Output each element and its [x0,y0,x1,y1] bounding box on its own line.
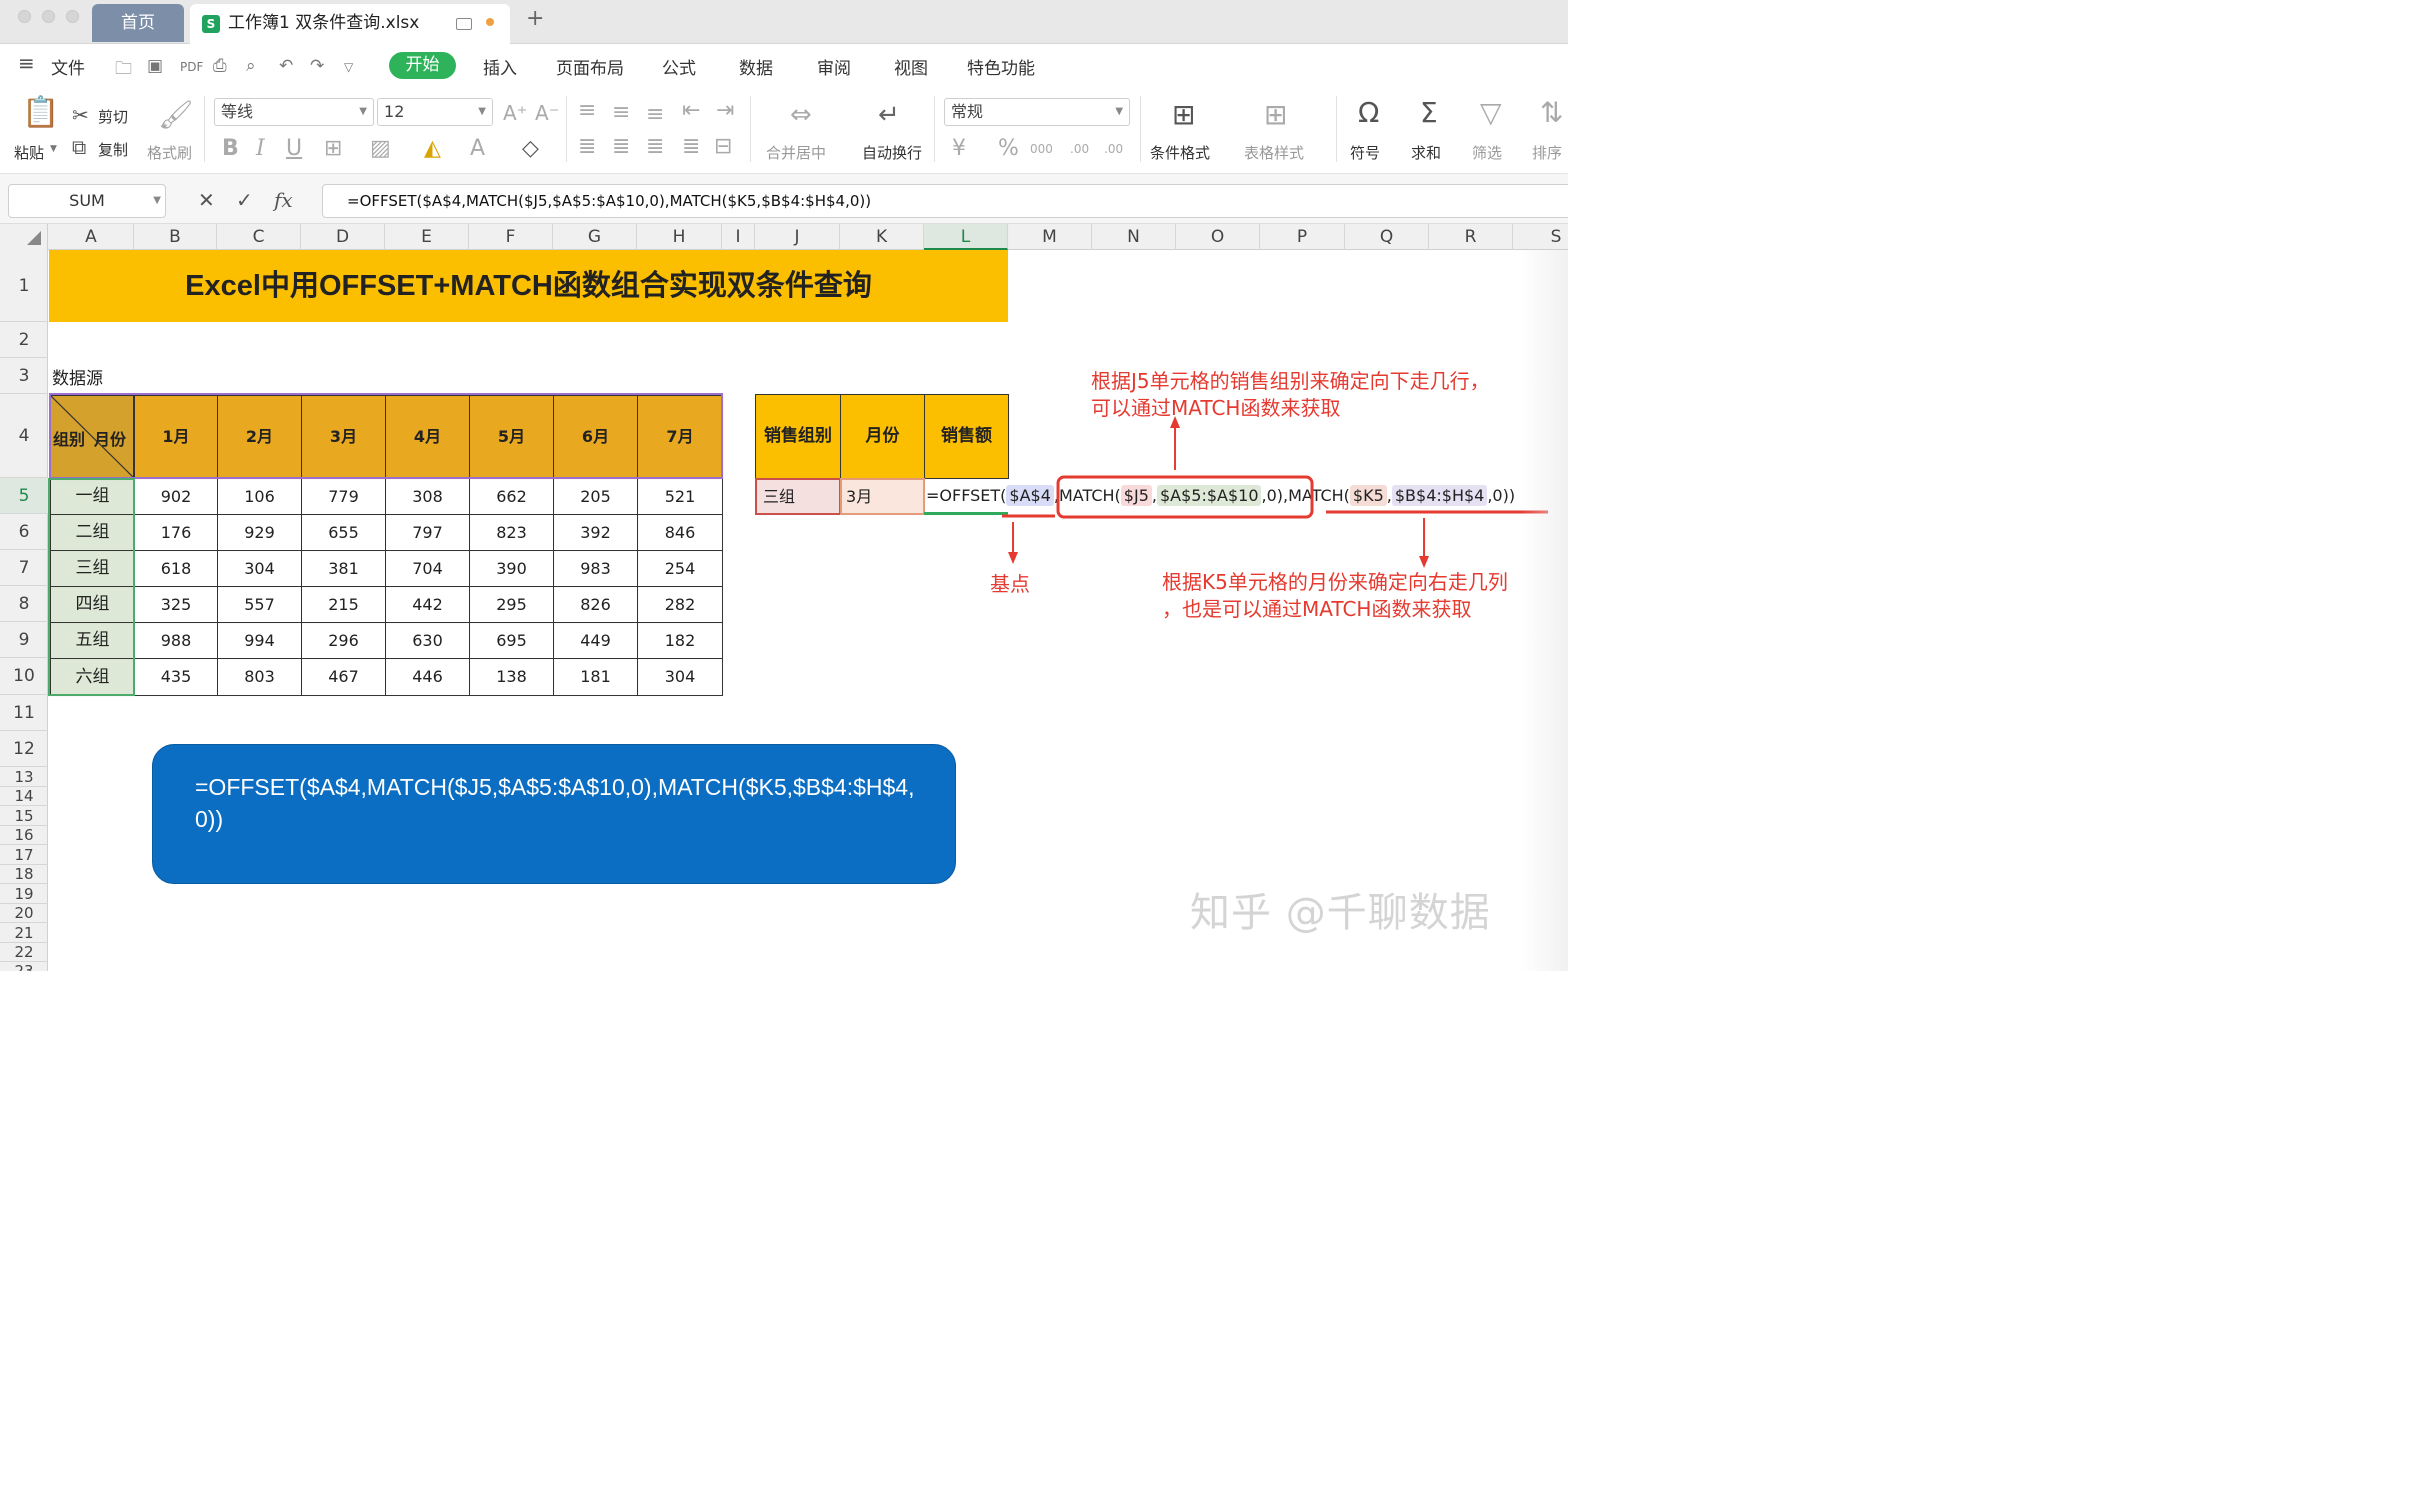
arrow-down-head [1419,556,1429,568]
annotation-row-line1: 根据J5单元格的销售组别来确定向下走几行， [1091,367,1490,395]
match-row-highlight-box [1058,477,1312,517]
edge-shadow [1520,250,1568,971]
formula-callout-box[interactable]: =OFFSET($A$4,MATCH($J5,$A$5:$A$10,0),MAT… [152,744,956,884]
annotation-base: 基点 [990,570,1030,598]
annotation-col-line2: ，也是可以通过MATCH函数来获取 [1162,595,1471,623]
annotation-row-line2: 可以通过MATCH函数来获取 [1091,394,1340,422]
annotation-col-line1: 根据K5单元格的月份来确定向右走几列 [1162,568,1508,596]
arrow-down-head [1008,552,1018,564]
watermark: 知乎 @千聊数据 [1190,880,1491,938]
